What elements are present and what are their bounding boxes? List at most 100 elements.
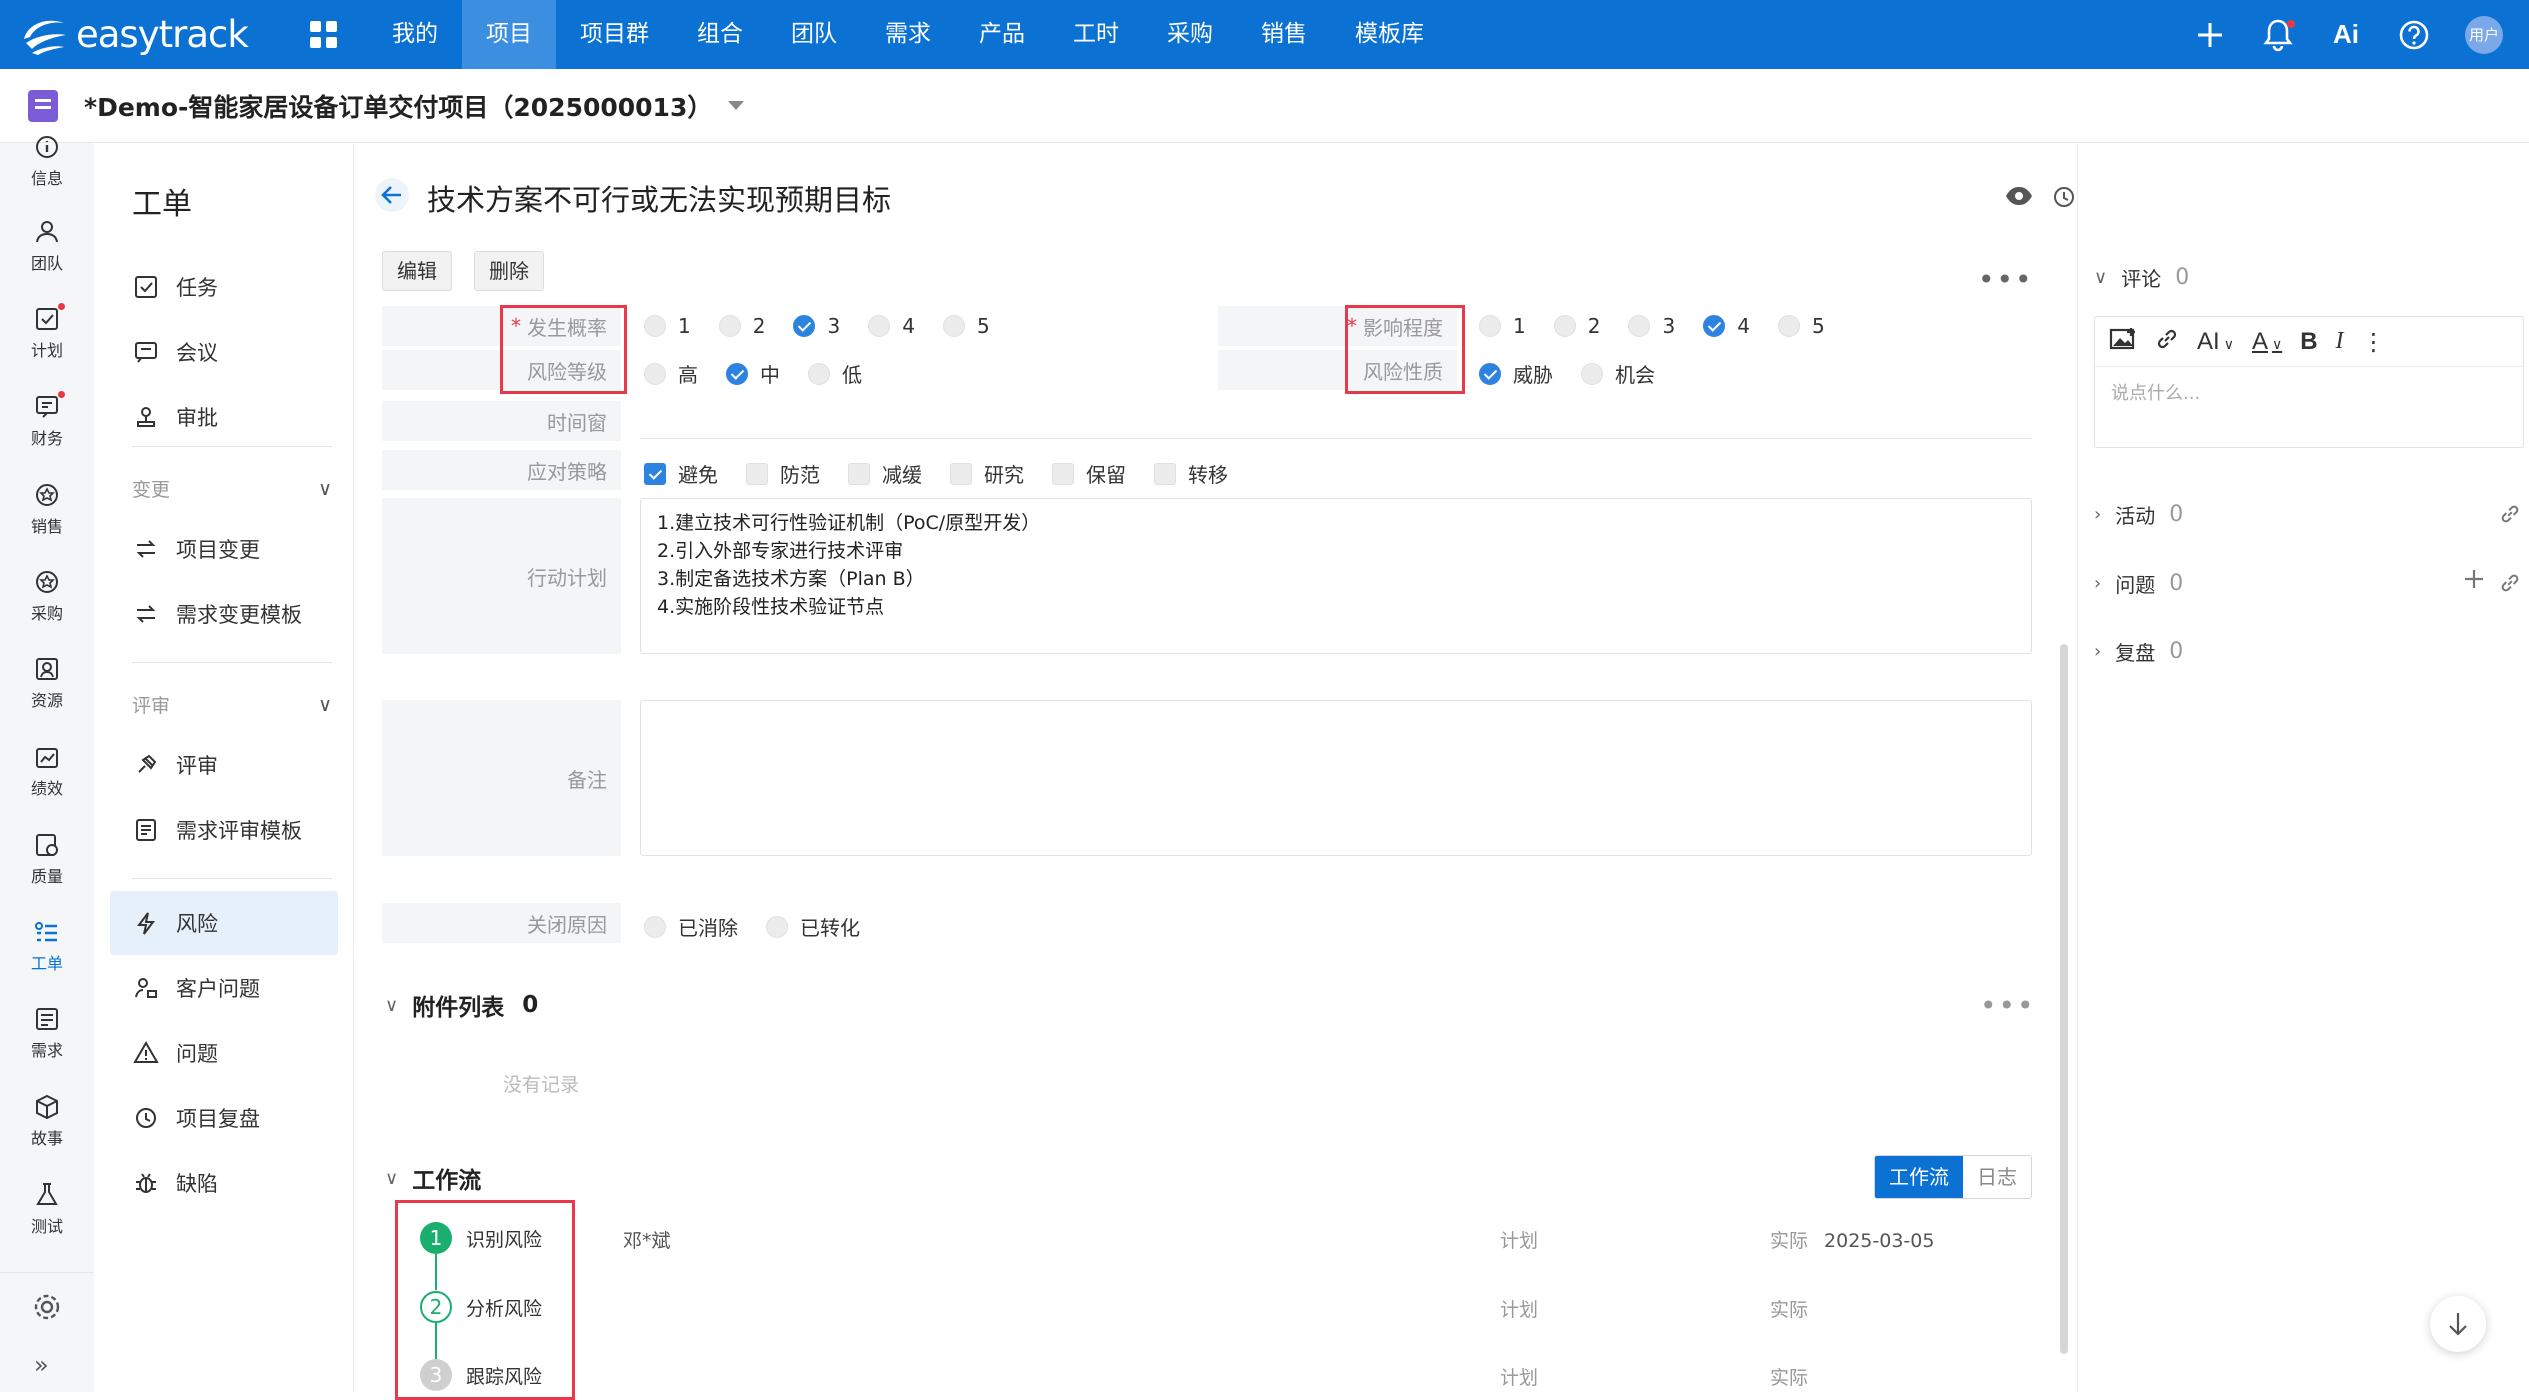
expand-rail-icon[interactable]: » (34, 1351, 49, 1379)
delete-button[interactable]: 删除 (474, 251, 544, 291)
attach-link-icon[interactable] (2499, 572, 2521, 600)
option-prob-opts-4[interactable]: 5 (942, 314, 990, 338)
time-window-field[interactable] (640, 438, 2032, 439)
attachments-section-header[interactable]: ∨ 附件列表 0 (385, 988, 538, 1022)
remark-textarea[interactable] (640, 700, 2032, 856)
option-impact-opts-2[interactable]: 3 (1628, 314, 1675, 338)
rail-item-12[interactable]: 测试 (0, 1181, 94, 1237)
more-options-icon[interactable]: ••• (1978, 263, 2034, 296)
project-title[interactable]: *Demo-智能家居设备订单交付项目（2025000013） (84, 88, 712, 124)
nav-item-0[interactable]: 我的 (368, 0, 462, 69)
review-section-header[interactable]: › 复盘 0 (2094, 637, 2183, 666)
submenu-group-review[interactable]: 评审 ∨ (132, 691, 332, 718)
submenu-item-items_bottom-1[interactable]: 客户问题 (110, 956, 338, 1020)
submenu-item-items_change-1[interactable]: 需求变更模板 (110, 582, 338, 646)
user-avatar[interactable]: 用户 (2465, 15, 2503, 54)
rail-item-0[interactable]: 信息 (0, 133, 94, 189)
issues-section-header[interactable]: › 问题 0 (2094, 569, 2183, 598)
settings-gear-icon[interactable] (31, 1291, 63, 1327)
back-arrow-icon[interactable] (375, 178, 409, 212)
checkbox[interactable] (1154, 462, 1176, 485)
checkbox[interactable] (644, 462, 666, 485)
add-icon[interactable] (2193, 18, 2227, 52)
rail-item-6[interactable]: 资源 (0, 655, 94, 711)
rail-item-11[interactable]: 故事 (0, 1093, 94, 1149)
nav-item-3[interactable]: 组合 (673, 0, 767, 69)
help-icon[interactable] (2397, 18, 2431, 52)
nav-item-4[interactable]: 团队 (767, 0, 861, 69)
checkbox[interactable] (950, 462, 972, 485)
option-prob-opts-2[interactable]: 3 (793, 314, 840, 338)
attachments-more-icon[interactable]: ••• (1980, 989, 2036, 1022)
comment-input[interactable]: 说点什么... (2095, 367, 2523, 417)
project-dropdown-caret-icon[interactable] (728, 101, 745, 110)
option-strat-opts-2[interactable]: 减缓 (848, 459, 922, 488)
watch-eye-icon[interactable] (2004, 185, 2034, 213)
option-prob-opts-1[interactable]: 2 (718, 314, 765, 338)
workflow-section-header[interactable]: ∨ 工作流 (385, 1161, 481, 1195)
nav-item-5[interactable]: 需求 (861, 0, 955, 69)
option-level-opts-1[interactable]: 中 (726, 359, 780, 388)
radio-button[interactable] (1703, 315, 1726, 337)
history-icon[interactable] (2052, 185, 2076, 213)
option-prob-opts-0[interactable]: 1 (644, 314, 691, 338)
bold-icon[interactable]: B (2300, 328, 2317, 356)
submenu-group-change[interactable]: 变更 ∨ (132, 475, 332, 502)
nav-item-9[interactable]: 销售 (1237, 0, 1331, 69)
radio-button[interactable] (1581, 362, 1603, 385)
action-plan-textarea[interactable]: 1.建立技术可行性验证机制（PoC/原型开发） 2.引入外部专家进行技术评审 3.制… (640, 498, 2032, 654)
radio-button[interactable] (808, 362, 830, 385)
option-strat-opts-5[interactable]: 转移 (1154, 459, 1228, 488)
radio-button[interactable] (644, 315, 666, 337)
radio-button[interactable] (942, 315, 965, 337)
edit-button[interactable]: 编辑 (382, 251, 452, 291)
radio-button[interactable] (1628, 315, 1651, 337)
rail-item-1[interactable]: 团队 (0, 218, 94, 274)
submenu-item-items_top-0[interactable]: 任务 (110, 255, 338, 319)
option-nature-opts-0[interactable]: 威胁 (1479, 359, 1553, 388)
submenu-item-items_change-0[interactable]: 项目变更 (110, 517, 338, 581)
nav-item-10[interactable]: 模板库 (1331, 0, 1448, 69)
radio-button[interactable] (1553, 315, 1576, 337)
option-close-opts-1[interactable]: 已转化 (766, 912, 860, 941)
font-color-icon[interactable]: A ∨ (2252, 328, 2282, 356)
rail-item-2[interactable]: 计划 (0, 303, 94, 361)
option-impact-opts-3[interactable]: 4 (1703, 314, 1750, 338)
nav-item-1[interactable]: 项目 (462, 0, 556, 69)
radio-button[interactable] (1479, 315, 1501, 337)
option-close-opts-0[interactable]: 已消除 (644, 912, 738, 941)
option-level-opts-2[interactable]: 低 (808, 359, 862, 388)
option-impact-opts-1[interactable]: 2 (1553, 314, 1600, 338)
option-strat-opts-0[interactable]: 避免 (644, 459, 718, 488)
rail-item-3[interactable]: 财务 (0, 391, 94, 449)
option-strat-opts-4[interactable]: 保留 (1052, 459, 1126, 488)
rail-item-9[interactable]: 工单 (0, 918, 94, 974)
submenu-item-items_review-0[interactable]: 评审 (110, 733, 338, 797)
option-prob-opts-3[interactable]: 4 (868, 314, 915, 338)
radio-button[interactable] (644, 362, 666, 385)
brand-logo[interactable]: easytrack (18, 13, 288, 57)
option-nature-opts-1[interactable]: 机会 (1581, 359, 1655, 388)
link-icon[interactable] (2155, 327, 2179, 357)
radio-button[interactable] (766, 915, 788, 938)
attach-link-icon[interactable] (2499, 503, 2521, 531)
radio-button[interactable] (718, 315, 741, 337)
notification-bell-icon[interactable] (2261, 18, 2295, 52)
submenu-item-items_review-1[interactable]: 需求评审模板 (110, 798, 338, 862)
main-scrollbar[interactable] (2060, 644, 2068, 1354)
submenu-item-items_bottom-2[interactable]: 问题 (110, 1021, 338, 1085)
rail-item-4[interactable]: 销售 (0, 481, 94, 537)
more-vertical-icon[interactable]: ⋮ (2362, 328, 2386, 356)
radio-button[interactable] (868, 315, 891, 337)
add-issue-icon[interactable] (2463, 568, 2485, 596)
font-size-icon[interactable]: AI ∨ (2197, 328, 2234, 356)
scroll-down-arrow-icon[interactable] (2430, 1296, 2486, 1352)
option-level-opts-0[interactable]: 高 (644, 359, 698, 388)
insert-image-icon[interactable] (2109, 326, 2137, 358)
ai-assistant-icon[interactable]: Ai (2329, 18, 2363, 52)
rail-item-10[interactable]: 需求 (0, 1005, 94, 1061)
radio-button[interactable] (1777, 315, 1800, 337)
checkbox[interactable] (746, 462, 768, 485)
radio-button[interactable] (644, 915, 666, 938)
apps-grid-icon[interactable] (303, 15, 343, 55)
